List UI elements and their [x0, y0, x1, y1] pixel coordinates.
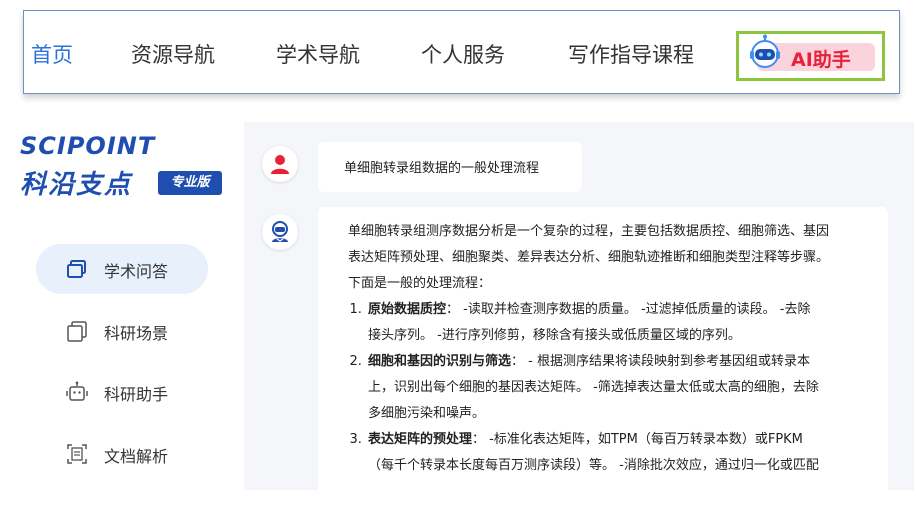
ai-assistant-label: AI助手 [791, 49, 851, 71]
sidebar-item-label: 科研助手 [104, 385, 169, 404]
user-avatar [262, 146, 298, 182]
answer-intro-line: 表达矩阵预处理、细胞聚类、差异表达分析、细胞轨迹推断和细胞类型注释等步骤。 [348, 250, 830, 265]
answer-steps-list: 原始数据质控： -读取并检查测序数据的质量。 -过滤掉低质量的读段。 -去除 接… [348, 297, 870, 479]
brand-name-en: SCIPOINT [20, 132, 156, 160]
answer-step-text: 接头序列。 -进行序列修剪，移除含有接头或低质量区域的序列。 [368, 328, 741, 343]
top-navigation-bar: 首页 资源导航 学术导航 个人服务 写作指导课程 AI助手 [23, 10, 900, 94]
nav-academic-navigation[interactable]: 学术导航 [276, 39, 360, 69]
brand-name-cn: 科沿支点 [20, 170, 133, 200]
sidebar-item-academic-qa[interactable]: 学术问答 [36, 244, 208, 294]
answer-intro-line: 单细胞转录组测序数据分析是一个复杂的过程，主要包括数据质控、细胞筛选、基因 [348, 224, 830, 239]
answer-step-text: ： -读取并检查测序数据的质量。 -过滤掉低质量的读段。 -去除 [446, 302, 811, 317]
user-icon [271, 155, 289, 174]
robot-icon [750, 34, 780, 68]
answer-step-title: 原始数据质控 [368, 302, 447, 317]
document-scan-icon [67, 444, 87, 464]
ai-avatar [262, 214, 298, 250]
answer-step: 细胞和基因的识别与筛选： - 根据测序结果将读段映射到参考基因组或转录本 上，识… [366, 349, 870, 427]
ai-assistant-button[interactable]: AI助手 [750, 34, 875, 71]
answer-step-text: ： -标准化表达矩阵，如TPM（每百万转录本数）或FPKM [472, 432, 803, 447]
chat-panel: 单细胞转录组数据的一般处理流程 单细胞转录组测序数据分析是一个复杂的过程，主要包… [244, 122, 914, 490]
brand-edition-badge: 专业版 [158, 171, 222, 195]
nav-personal-service[interactable]: 个人服务 [421, 39, 505, 69]
sidebar-item-label: 学术问答 [104, 262, 169, 281]
sidebar-item-label: 文档解析 [104, 447, 169, 466]
layers-icon [67, 321, 87, 342]
answer-step-text: 上，识别出每个细胞的基因表达矩阵。 -筛选掉表达量太低或太高的细胞，去除 [368, 380, 819, 395]
answer-step: 表达矩阵的预处理： -标准化表达矩阵，如TPM（每百万转录本数）或FPKM （每… [366, 427, 870, 479]
sidebar-item-research-assistant[interactable]: 科研助手 [36, 367, 208, 417]
nav-home[interactable]: 首页 [31, 39, 73, 69]
nav-writing-course[interactable]: 写作指导课程 [568, 39, 694, 69]
answer-step-text: （每千个转录本长度每百万测序读段）等。 -消除批次效应，通过归一化或匹配 [368, 458, 819, 473]
chat-window-icon [67, 260, 86, 278]
answer-intro-line: 下面是一般的处理流程： [348, 276, 492, 291]
sidebar-item-research-scenes[interactable]: 科研场景 [36, 306, 208, 356]
answer-step: 原始数据质控： -读取并检查测序数据的质量。 -过滤掉低质量的读段。 -去除 接… [366, 297, 870, 349]
nav-resource-navigation[interactable]: 资源导航 [131, 39, 215, 69]
answer-step-title: 表达矩阵的预处理 [368, 432, 473, 447]
answer-step-title: 细胞和基因的识别与筛选 [368, 354, 512, 369]
robot-outline-icon [66, 381, 88, 401]
brand-logo[interactable]: SCIPOINT 科沿支点 专业版 [20, 132, 230, 202]
sidebar-item-label: 科研场景 [104, 324, 169, 343]
answer-step-text: 多细胞污染和噪声。 [368, 406, 486, 421]
ai-bot-icon [272, 221, 288, 242]
ai-answer-message: 单细胞转录组测序数据分析是一个复杂的过程，主要包括数据质控、细胞筛选、基因 表达… [318, 207, 888, 490]
user-message: 单细胞转录组数据的一般处理流程 [318, 142, 582, 192]
answer-step-text: ： - 根据测序结果将读段映射到参考基因组或转录本 [511, 354, 810, 369]
sidebar-item-document-parsing[interactable]: 文档解析 [36, 429, 208, 479]
ai-assistant-highlight: AI助手 [736, 31, 885, 81]
